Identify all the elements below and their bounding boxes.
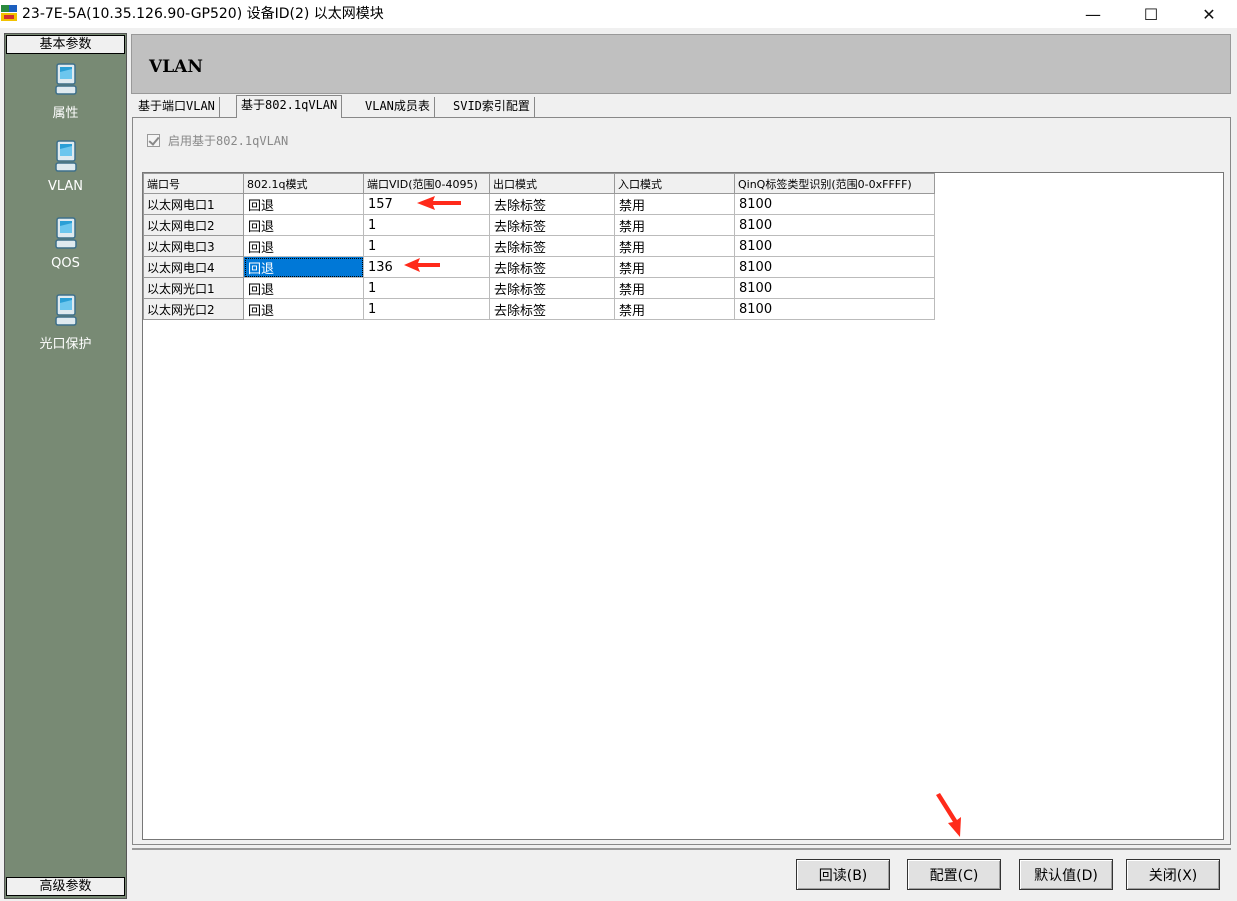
window-title: 23-7E-5A(10.35.126.90-GP520) 设备ID(2) 以太网… [22, 6, 384, 22]
port-name-cell: 以太网电口3 [143, 235, 244, 257]
tab-8021q-vlan[interactable]: 基于802.1qVLAN [236, 95, 343, 118]
ingress-cell[interactable]: 禁用 [614, 214, 735, 236]
column-header: 802.1q模式 [243, 173, 364, 194]
port-name-cell: 以太网电口2 [143, 214, 244, 236]
sidebar-item-vlan[interactable]: VLAN [5, 139, 126, 209]
sidebar-item-label: 属性 [52, 106, 79, 121]
table-row: 以太网电口4 回退 136 去除标签 禁用 8100 [143, 256, 935, 278]
mode-cell[interactable]: 回退 [243, 298, 364, 320]
sidebar-footer-advanced-params[interactable]: 高级参数 [6, 877, 125, 896]
egress-cell[interactable]: 去除标签 [489, 277, 615, 299]
port-name-cell: 以太网光口2 [143, 298, 244, 320]
column-header: 入口模式 [614, 173, 735, 194]
qinq-cell[interactable]: 8100 [734, 235, 935, 257]
tab-vlan-members[interactable]: VLAN成员表 [361, 97, 435, 117]
egress-cell[interactable]: 去除标签 [489, 214, 615, 236]
column-header: 端口VID(范围0-4095) [363, 173, 490, 194]
vid-cell[interactable]: 1 [363, 298, 490, 320]
sidebar-item-label: 光口保护 [39, 337, 92, 352]
maximize-icon: ☐ [1143, 4, 1159, 24]
vid-cell[interactable]: 1 [363, 214, 490, 236]
monitor-icon [54, 140, 77, 172]
mode-cell[interactable]: 回退 [243, 214, 364, 236]
annotation-arrow-icon [417, 196, 461, 210]
read-back-button[interactable]: 回读(B) [796, 859, 890, 890]
monitor-icon [54, 63, 77, 95]
tab-panel: 启用基于802.1qVLAN 端口号 802.1q模式 端口VID(范围0-40… [132, 117, 1231, 845]
checkbox-check-icon [147, 134, 160, 147]
close-window-button[interactable]: ✕ [1186, 0, 1232, 28]
table-row: 以太网电口2 回退 1 去除标签 禁用 8100 [143, 214, 935, 236]
ingress-cell[interactable]: 禁用 [614, 256, 735, 278]
egress-cell[interactable]: 去除标签 [489, 235, 615, 257]
tab-port-vlan[interactable]: 基于端口VLAN [134, 97, 220, 117]
ingress-cell[interactable]: 禁用 [614, 277, 735, 299]
enable-8021q-checkbox[interactable]: 启用基于802.1qVLAN [147, 132, 288, 149]
monitor-icon [54, 217, 77, 249]
minimize-icon: — [1085, 4, 1101, 24]
ingress-cell[interactable]: 禁用 [614, 298, 735, 320]
sidebar: 基本参数 属性 VLAN QOS 光口保护 高级参数 [4, 33, 127, 899]
button-bar: 回读(B) 配置(C) 默认值(D) 关闭(X) [132, 848, 1231, 898]
port-name-cell: 以太网电口4 [143, 256, 244, 278]
checkbox-label: 启用基于802.1qVLAN [168, 134, 289, 148]
qinq-cell[interactable]: 8100 [734, 214, 935, 236]
maximize-button[interactable]: ☐ [1128, 0, 1174, 28]
sidebar-item-properties[interactable]: 属性 [5, 62, 126, 132]
egress-cell[interactable]: 去除标签 [489, 298, 615, 320]
sidebar-item-optical-protection[interactable]: 光口保护 [5, 293, 126, 363]
page-header: VLAN [131, 34, 1231, 94]
qinq-cell[interactable]: 8100 [734, 298, 935, 320]
sidebar-header-basic-params[interactable]: 基本参数 [6, 35, 125, 54]
port-name-cell: 以太网电口1 [143, 193, 244, 215]
mode-cell[interactable]: 回退 [243, 235, 364, 257]
mode-cell-selected[interactable]: 回退 [243, 256, 364, 278]
tab-svid-index[interactable]: SVID索引配置 [449, 97, 535, 117]
table-row: 以太网光口1 回退 1 去除标签 禁用 8100 [143, 277, 935, 299]
column-header: QinQ标签类型识别(范围0-0xFFFF) [734, 173, 935, 194]
close-icon: ✕ [1202, 4, 1216, 24]
qinq-cell[interactable]: 8100 [734, 256, 935, 278]
main-content: VLAN 基于端口VLAN 基于802.1qVLAN VLAN成员表 SVID索… [130, 33, 1233, 899]
sidebar-item-qos[interactable]: QOS [5, 216, 126, 286]
config-button[interactable]: 配置(C) [907, 859, 1001, 890]
mode-cell[interactable]: 回退 [243, 193, 364, 215]
annotation-arrow-icon [404, 258, 440, 272]
title-bar: 23-7E-5A(10.35.126.90-GP520) 设备ID(2) 以太网… [0, 0, 1237, 28]
egress-cell[interactable]: 去除标签 [489, 193, 615, 215]
page-title: VLAN [149, 57, 203, 77]
minimize-button[interactable]: — [1070, 0, 1116, 28]
table-row: 以太网电口1 回退 157 去除标签 禁用 8100 [143, 193, 935, 215]
vlan-grid: 端口号 802.1q模式 端口VID(范围0-4095) 出口模式 入口模式 Q… [142, 172, 1224, 840]
vid-cell[interactable]: 1 [363, 277, 490, 299]
default-button[interactable]: 默认值(D) [1019, 859, 1113, 890]
table-row: 以太网光口2 回退 1 去除标签 禁用 8100 [143, 298, 935, 320]
vid-cell[interactable]: 1 [363, 235, 490, 257]
ingress-cell[interactable]: 禁用 [614, 193, 735, 215]
monitor-icon [54, 294, 77, 326]
table-header-row: 端口号 802.1q模式 端口VID(范围0-4095) 出口模式 入口模式 Q… [143, 173, 935, 194]
ingress-cell[interactable]: 禁用 [614, 235, 735, 257]
column-header: 出口模式 [489, 173, 615, 194]
vlan-table: 端口号 802.1q模式 端口VID(范围0-4095) 出口模式 入口模式 Q… [143, 173, 935, 320]
annotation-arrow-icon [936, 793, 961, 837]
app-icon [1, 5, 17, 21]
column-header: 端口号 [143, 173, 244, 194]
qinq-cell[interactable]: 8100 [734, 193, 935, 215]
mode-cell[interactable]: 回退 [243, 277, 364, 299]
close-button[interactable]: 关闭(X) [1126, 859, 1220, 890]
egress-cell[interactable]: 去除标签 [489, 256, 615, 278]
qinq-cell[interactable]: 8100 [734, 277, 935, 299]
sidebar-item-label: QOS [51, 256, 80, 271]
port-name-cell: 以太网光口1 [143, 277, 244, 299]
table-row: 以太网电口3 回退 1 去除标签 禁用 8100 [143, 235, 935, 257]
sidebar-item-label: VLAN [47, 179, 84, 194]
